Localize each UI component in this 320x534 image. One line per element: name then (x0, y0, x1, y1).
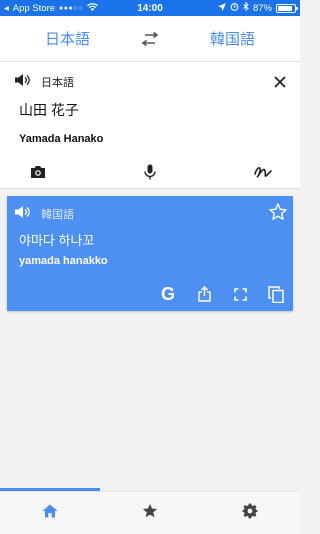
bluetooth-icon (243, 1, 249, 14)
carrier-label[interactable]: App Store (13, 3, 55, 14)
nav-favorites[interactable] (100, 492, 200, 534)
battery-percent: 87% (252, 2, 272, 14)
translation-result-card[interactable]: 韓国語 야마다 하나꼬 yamada hanakko G (7, 196, 293, 311)
star-icon (142, 503, 158, 523)
home-icon (42, 504, 58, 523)
status-bar: ◂ App Store ●●●○○ 14:00 87% (0, 0, 300, 16)
source-language-button[interactable]: 日本語 (0, 28, 135, 49)
language-bar: 日本語 韓国語 (0, 16, 300, 62)
result-actions: G (157, 283, 287, 305)
camera-icon[interactable] (26, 160, 50, 184)
source-transliteration: Yamada Hanako (19, 133, 104, 145)
swap-languages-icon[interactable] (135, 31, 165, 46)
result-language-label: 韓国語 (41, 209, 74, 221)
translated-transliteration: yamada hanakko (19, 255, 108, 267)
bottom-nav (0, 491, 300, 534)
result-speaker-icon[interactable] (15, 205, 31, 224)
microphone-icon[interactable] (138, 160, 162, 184)
location-arrow-icon (217, 2, 226, 14)
input-card[interactable]: 日本語 山田 花子 Yamada Hanako (0, 62, 300, 189)
source-language-label: 日本語 (41, 77, 74, 89)
source-text[interactable]: 山田 花子 (19, 100, 79, 120)
handwriting-icon[interactable] (251, 160, 275, 184)
star-outline-icon[interactable] (269, 203, 287, 225)
google-search-icon[interactable]: G (157, 283, 179, 305)
copy-icon[interactable] (265, 283, 287, 305)
share-icon[interactable] (193, 283, 215, 305)
battery-fill (278, 5, 292, 11)
nav-settings[interactable] (200, 492, 300, 534)
fullscreen-icon[interactable] (229, 283, 251, 305)
speaker-icon[interactable] (15, 73, 31, 92)
wifi-icon (86, 2, 98, 14)
target-language-button[interactable]: 韓国語 (165, 28, 300, 49)
signal-dots: ●●●○○ (59, 4, 83, 12)
close-icon[interactable] (270, 72, 290, 92)
battery-icon (276, 3, 298, 13)
result-header: 韓国語 (15, 203, 287, 225)
translated-text[interactable]: 야마다 하나꼬 (19, 230, 94, 249)
gear-icon (242, 503, 258, 524)
nav-home[interactable] (0, 492, 100, 534)
back-arrow-icon[interactable]: ◂ (4, 3, 9, 14)
alarm-icon (230, 2, 239, 14)
source-header: 日本語 (15, 70, 290, 94)
status-left: ◂ App Store ●●●○○ (4, 3, 124, 14)
status-right: 87% (217, 1, 298, 14)
input-tools (0, 159, 300, 185)
